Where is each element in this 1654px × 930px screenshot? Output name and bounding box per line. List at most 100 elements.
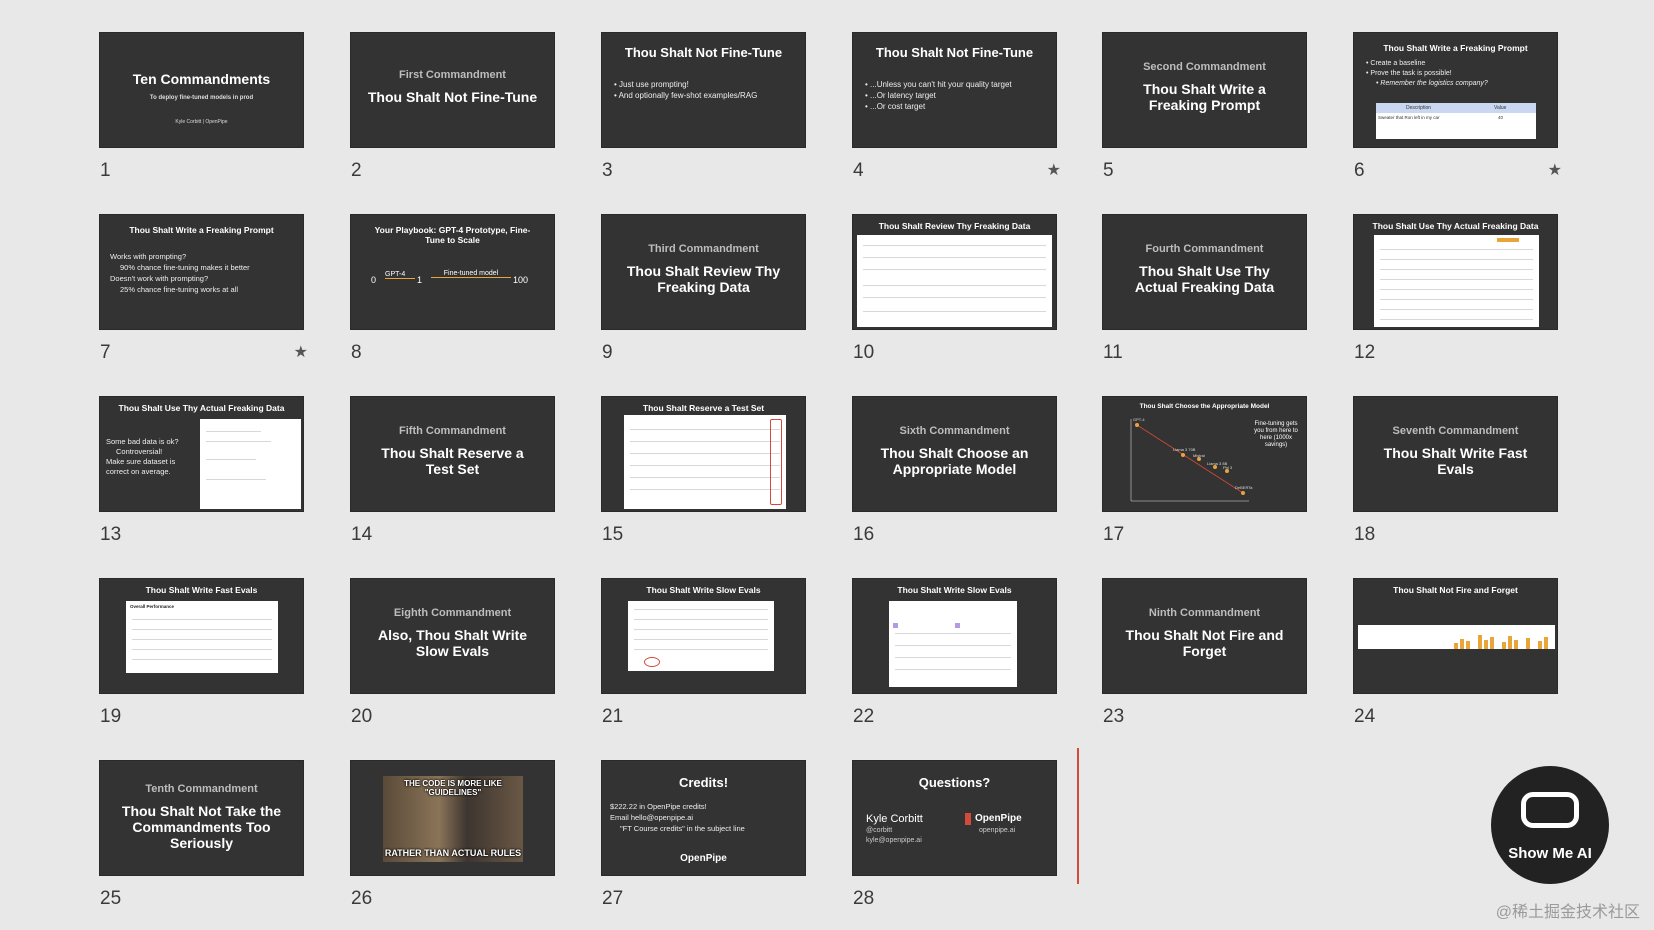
slide-number: 26 — [351, 888, 373, 909]
bullet: Email hello@openpipe.ai — [610, 813, 694, 822]
slide-6[interactable]: Thou Shalt Write a Freaking Prompt Creat… — [1353, 32, 1562, 181]
slide-16[interactable]: Sixth Commandment Thou Shalt Choose an A… — [852, 396, 1057, 545]
slide-21[interactable]: Thou Shalt Write Slow Evals 21 — [601, 578, 806, 727]
slide-thumbnail[interactable]: Ten Commandments To deploy fine-tuned mo… — [99, 32, 304, 148]
slide-thumbnail[interactable]: Thou Shalt Write a Freaking Prompt Creat… — [1353, 32, 1558, 148]
slide-3[interactable]: Thou Shalt Not Fine-Tune Just use prompt… — [601, 32, 806, 181]
slide-19[interactable]: Thou Shalt Write Fast Evals Overall Perf… — [99, 578, 304, 727]
slide-thumbnail[interactable]: Thou Shalt Use Thy Actual Freaking Data … — [99, 396, 304, 512]
bullet: Create a baseline — [1366, 59, 1488, 69]
slide-number: 6 — [1354, 160, 1365, 181]
slide-7[interactable]: Thou Shalt Write a Freaking Prompt Works… — [99, 214, 308, 363]
axis-label: 0 — [371, 275, 377, 285]
slide-25[interactable]: Tenth Commandment Thou Shalt Not Take th… — [99, 760, 304, 909]
slide-title: Thou Shalt Reserve a Test Set — [642, 403, 765, 413]
slide-title: Thou Shalt Write Fast Evals — [145, 585, 258, 595]
slide-thumbnail[interactable]: Thou Shalt Not Fine-Tune Just use prompt… — [601, 32, 806, 148]
slide-title: Thou Shalt Write Slow Evals — [897, 585, 1012, 595]
screenshot-image: Overall Performance — [126, 601, 278, 673]
slide-thumbnail[interactable]: Thou Shalt Not Fire and Forget — [1353, 578, 1558, 694]
slide-number: 22 — [853, 706, 875, 727]
bullet: "FT Course credits" in the subject line — [620, 824, 745, 833]
slide-thumbnail[interactable]: Thou Shalt Review Thy Freaking Data — [852, 214, 1057, 330]
slide-thumbnail[interactable]: Credits! $222.22 in OpenPipe credits! Em… — [601, 760, 806, 876]
slide-thumbnail[interactable]: Questions? Kyle Corbitt @corbitt kyle@op… — [852, 760, 1057, 876]
slide-1[interactable]: Ten Commandments To deploy fine-tuned mo… — [99, 32, 304, 181]
slide-10[interactable]: Thou Shalt Review Thy Freaking Data 10 — [852, 214, 1057, 363]
slide-thumbnail[interactable]: Thou Shalt Use Thy Actual Freaking Data — [1353, 214, 1558, 330]
slide-28[interactable]: Questions? Kyle Corbitt @corbitt kyle@op… — [852, 760, 1057, 909]
slide-kicker: First Commandment — [399, 69, 506, 81]
slide-title: Thou Shalt Review Thy Freaking Data — [878, 221, 1031, 231]
slide-title: Thou Shalt Not Take the Commandments Too… — [121, 803, 282, 851]
slide-thumbnail[interactable]: Tenth Commandment Thou Shalt Not Take th… — [99, 760, 304, 876]
slide-2[interactable]: First Commandment Thou Shalt Not Fine-Tu… — [350, 32, 555, 181]
chart-note: Fine-tuning gets you from here to here (… — [1254, 421, 1298, 448]
slide-title: Thou Shalt Use Thy Actual Freaking Data — [1372, 221, 1539, 231]
slide-thumbnail[interactable]: Thou Shalt Write a Freaking Prompt Works… — [99, 214, 304, 330]
slide-thumbnail[interactable]: Ninth Commandment Thou Shalt Not Fire an… — [1102, 578, 1307, 694]
slide-14[interactable]: Fifth Commandment Thou Shalt Reserve a T… — [350, 396, 555, 545]
slide-15[interactable]: Thou Shalt Reserve a Test Set 15 — [601, 396, 806, 545]
slide-5[interactable]: Second Commandment Thou Shalt Write a Fr… — [1102, 32, 1307, 181]
slide-subtitle: To deploy fine-tuned models in prod — [149, 95, 254, 101]
star-icon: ★ — [1547, 162, 1562, 179]
slide-13[interactable]: Thou Shalt Use Thy Actual Freaking Data … — [99, 396, 304, 545]
slide-title: Ten Commandments — [132, 71, 271, 87]
slide-23[interactable]: Ninth Commandment Thou Shalt Not Fire an… — [1102, 578, 1307, 727]
slide-thumbnail[interactable]: Sixth Commandment Thou Shalt Choose an A… — [852, 396, 1057, 512]
openpipe-icon — [965, 813, 971, 825]
slide-thumbnail[interactable]: Fourth Commandment Thou Shalt Use Thy Ac… — [1102, 214, 1307, 330]
slide-thumbnail[interactable]: Seventh Commandment Thou Shalt Write Fas… — [1353, 396, 1558, 512]
slide-bullets: Some bad data is ok? Controversial! Make… — [106, 437, 196, 477]
slide-title: Thou Shalt Not Fine-Tune — [875, 45, 1034, 60]
slide-bullets: ...Unless you can't hit your quality tar… — [865, 79, 1012, 112]
screenshot-image — [628, 601, 774, 671]
slide-22[interactable]: Thou Shalt Write Slow Evals 22 — [852, 578, 1057, 727]
bullet: Prove the task is possible! — [1366, 69, 1488, 79]
slide-thumbnail[interactable]: Thou Shalt Reserve a Test Set — [601, 396, 806, 512]
slide-12[interactable]: Thou Shalt Use Thy Actual Freaking Data … — [1353, 214, 1558, 363]
slide-thumbnail[interactable]: First Commandment Thou Shalt Not Fine-Tu… — [350, 32, 555, 148]
slide-27[interactable]: Credits! $222.22 in OpenPipe credits! Em… — [601, 760, 806, 909]
slide-title: Thou Shalt Not Fine-Tune — [367, 89, 538, 105]
slide-number: 18 — [1354, 524, 1376, 545]
slide-thumbnail[interactable]: THE CODE IS MORE LIKE "GUIDELINES" RATHE… — [350, 760, 555, 876]
slide-thumbnail[interactable]: Second Commandment Thou Shalt Write a Fr… — [1102, 32, 1307, 148]
slide-11[interactable]: Fourth Commandment Thou Shalt Use Thy Ac… — [1102, 214, 1307, 363]
slide-thumbnail[interactable]: Eighth Commandment Also, Thou Shalt Writ… — [350, 578, 555, 694]
point-label: Phi 3 — [1223, 465, 1233, 470]
slide-kicker: Sixth Commandment — [899, 425, 1010, 437]
slide-thumbnail[interactable]: Thou Shalt Choose the Appropriate Model … — [1102, 396, 1307, 512]
slide-kicker: Third Commandment — [648, 243, 759, 255]
slide-number: 12 — [1354, 342, 1376, 363]
slide-8[interactable]: Your Playbook: GPT-4 Prototype, Fine-Tun… — [350, 214, 555, 363]
brand-site: openpipe.ai — [979, 827, 1016, 834]
slide-thumbnail[interactable]: Fifth Commandment Thou Shalt Reserve a T… — [350, 396, 555, 512]
bullet: Make sure dataset is correct on average. — [106, 457, 176, 476]
slide-kicker: Tenth Commandment — [145, 783, 258, 795]
slide-9[interactable]: Third Commandment Thou Shalt Review Thy … — [601, 214, 806, 363]
slide-20[interactable]: Eighth Commandment Also, Thou Shalt Writ… — [350, 578, 555, 727]
slide-24[interactable]: Thou Shalt Not Fire and Forget 24 — [1353, 578, 1558, 727]
slide-title: Thou Shalt Write Slow Evals — [646, 585, 761, 595]
star-icon: ★ — [1046, 162, 1061, 179]
slide-number: 10 — [853, 342, 875, 363]
slide-18[interactable]: Seventh Commandment Thou Shalt Write Fas… — [1353, 396, 1558, 545]
slide-4[interactable]: Thou Shalt Not Fine-Tune ...Unless you c… — [852, 32, 1061, 181]
slide-thumbnail[interactable]: Thou Shalt Write Slow Evals — [601, 578, 806, 694]
slide-title: Thou Shalt Use Thy Actual Freaking Data — [1134, 263, 1275, 295]
axis-label: GPT-4 — [385, 271, 415, 279]
point-label: Llama 3 70B — [1173, 447, 1196, 452]
slide-thumbnail[interactable]: Third Commandment Thou Shalt Review Thy … — [601, 214, 806, 330]
slide-17[interactable]: Thou Shalt Choose the Appropriate Model … — [1102, 396, 1307, 545]
slide-sorter-grid: Ten Commandments To deploy fine-tuned mo… — [0, 0, 1654, 930]
slide-title: Thou Shalt Write a Freaking Prompt — [1143, 81, 1266, 113]
bullet: 25% chance fine-tuning works at all — [120, 285, 238, 294]
slide-thumbnail[interactable]: Thou Shalt Write Slow Evals — [852, 578, 1057, 694]
slide-bullets: $222.22 in OpenPipe credits! Email hello… — [610, 801, 745, 834]
slide-thumbnail[interactable]: Thou Shalt Write Fast Evals Overall Perf… — [99, 578, 304, 694]
slide-26[interactable]: THE CODE IS MORE LIKE "GUIDELINES" RATHE… — [350, 760, 555, 909]
slide-thumbnail[interactable]: Your Playbook: GPT-4 Prototype, Fine-Tun… — [350, 214, 555, 330]
slide-thumbnail[interactable]: Thou Shalt Not Fine-Tune ...Unless you c… — [852, 32, 1057, 148]
